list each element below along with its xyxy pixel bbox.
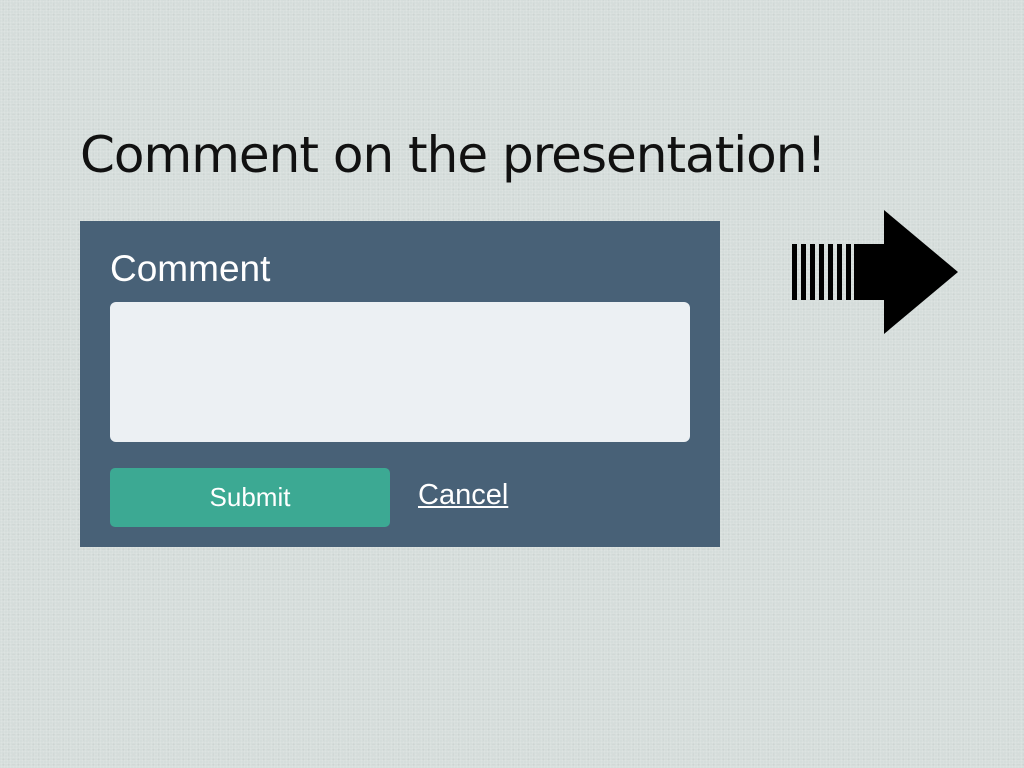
comment-form-panel: Comment Submit Cancel (80, 221, 720, 547)
comment-label: Comment (110, 248, 271, 289)
striped-right-arrow-icon[interactable] (790, 208, 962, 336)
cancel-link[interactable]: Cancel (418, 479, 508, 512)
page-title: Comment on the presentation! (80, 126, 827, 184)
submit-button[interactable]: Submit (110, 468, 390, 527)
comment-input[interactable] (110, 302, 690, 442)
